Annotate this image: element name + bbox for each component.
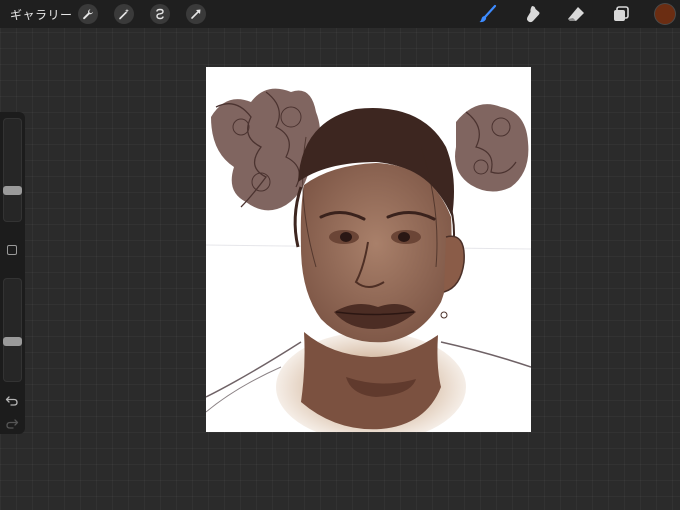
brush-size-knob[interactable] <box>3 186 22 195</box>
actions-button[interactable] <box>78 4 98 24</box>
transform-arrow-icon <box>191 9 201 19</box>
selection-button[interactable] <box>150 4 170 24</box>
drawing-canvas[interactable] <box>206 67 531 432</box>
brush-size-slider[interactable] <box>3 118 22 222</box>
smudge-icon <box>526 6 540 23</box>
opacity-knob[interactable] <box>3 337 22 346</box>
brush-icon <box>479 4 497 23</box>
paint-tool-button[interactable] <box>477 3 499 25</box>
smudge-tool-button[interactable] <box>522 3 544 25</box>
transform-button[interactable] <box>186 4 206 24</box>
redo-icon[interactable] <box>5 416 19 430</box>
color-picker-button[interactable] <box>655 4 675 24</box>
wrench-icon <box>83 9 93 20</box>
selection-icon <box>156 8 164 20</box>
layers-button[interactable] <box>610 3 632 25</box>
opacity-slider[interactable] <box>3 278 22 382</box>
adjustments-button[interactable] <box>114 4 134 24</box>
magic-wand-icon <box>119 8 129 20</box>
top-toolbar: ギャラリー <box>0 0 680 28</box>
sidebar <box>0 112 25 434</box>
gallery-button[interactable]: ギャラリー <box>10 6 73 23</box>
undo-icon[interactable] <box>5 393 19 407</box>
layers-icon <box>614 6 629 21</box>
modify-button[interactable] <box>7 245 17 255</box>
eraser-icon <box>568 7 584 21</box>
eraser-tool-button[interactable] <box>565 3 587 25</box>
sketch-artwork <box>206 88 531 432</box>
